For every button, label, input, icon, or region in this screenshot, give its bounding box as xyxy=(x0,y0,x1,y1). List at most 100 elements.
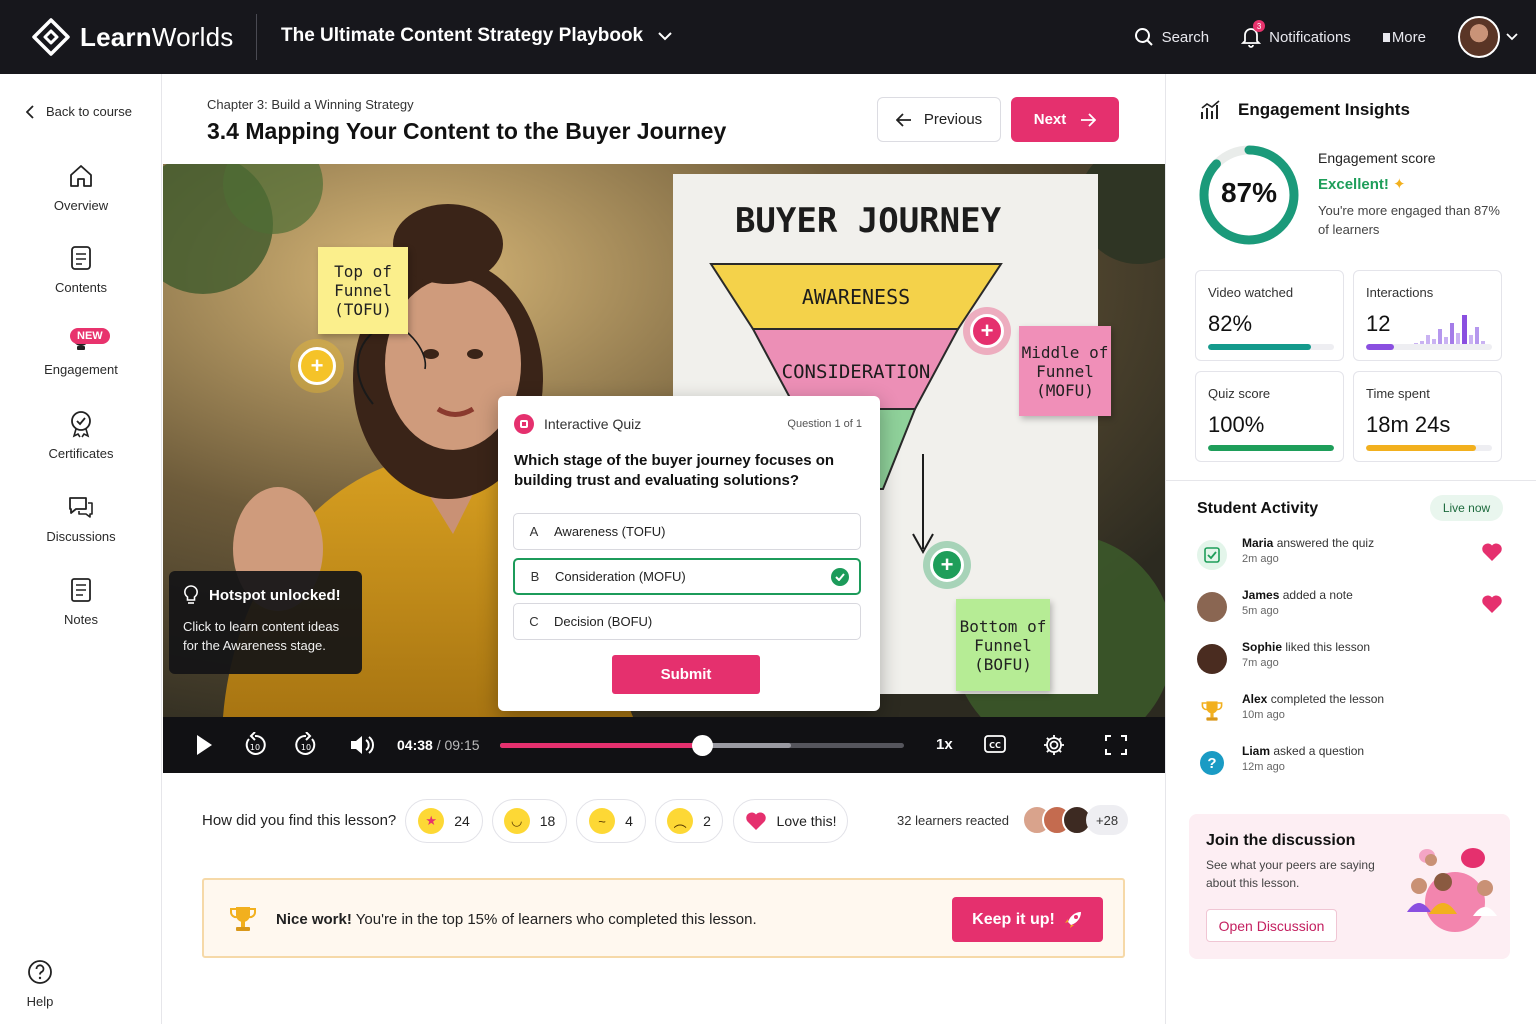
tooltip-title: Hotspot unlocked! xyxy=(209,586,341,604)
submit-button[interactable]: Submit xyxy=(612,655,760,694)
reaction-star-eyes[interactable]: ★ 24 xyxy=(405,799,483,843)
logo[interactable]: LearnWorlds xyxy=(32,18,233,56)
play-button[interactable] xyxy=(195,734,213,756)
activity-item[interactable]: Maria answered the quiz 2m ago xyxy=(1197,536,1517,576)
activity-action: completed the lesson xyxy=(1270,692,1385,706)
course-title-dropdown[interactable]: The Ultimate Content Strategy Playbook xyxy=(281,25,673,47)
insights-title: Engagement Insights xyxy=(1200,100,1410,120)
speed-button[interactable]: 1x xyxy=(936,736,953,753)
reaction-thinking[interactable]: ~ 4 xyxy=(576,799,646,843)
sidebar-item-overview[interactable]: Overview xyxy=(0,162,162,213)
stat-card-time-spent: Time spent 18m 24s xyxy=(1353,371,1502,462)
stat-value: 82% xyxy=(1208,311,1253,336)
more-button[interactable]: More xyxy=(1382,28,1426,46)
reactor-avatars[interactable]: +28 xyxy=(1022,805,1129,835)
notifications-label: Notifications xyxy=(1269,28,1351,46)
activity-name: James xyxy=(1242,588,1280,602)
heart-icon[interactable] xyxy=(1481,594,1503,614)
back-to-course-link[interactable]: Back to course xyxy=(26,104,132,119)
sidebar-item-label: Engagement xyxy=(44,362,118,377)
notifications-button[interactable]: 3 Notifications xyxy=(1241,20,1351,48)
activity-item[interactable]: Alex completed the lesson 10m ago xyxy=(1197,692,1517,732)
quiz-check-icon xyxy=(1197,540,1227,570)
forward-10-icon: 10 xyxy=(295,732,316,755)
quiz-option-c[interactable]: C Decision (BOFU) xyxy=(513,603,861,640)
option-letter: C xyxy=(529,614,539,629)
captions-button[interactable]: CC xyxy=(984,735,1006,753)
sticky-note-mofu: Middle of Funnel (MOFU) xyxy=(1019,326,1111,416)
open-discussion-button[interactable]: Open Discussion xyxy=(1206,909,1337,942)
quiz-option-b[interactable]: B Consideration (MOFU) xyxy=(513,558,861,595)
trophy-icon xyxy=(1197,696,1227,726)
progress-handle[interactable] xyxy=(692,735,713,756)
topbar-divider xyxy=(256,14,257,60)
reaction-count: 18 xyxy=(539,813,556,829)
fullscreen-button[interactable] xyxy=(1105,735,1127,755)
sidebar-item-notes[interactable]: Notes xyxy=(0,576,162,627)
sidebar: Back to course Overview Contents NEW Eng… xyxy=(0,74,162,1024)
volume-button[interactable] xyxy=(349,734,375,756)
search-label: Search xyxy=(1161,28,1210,46)
stat-bar xyxy=(1208,445,1334,451)
lightbulb-icon xyxy=(184,585,198,604)
activity-item[interactable]: James added a note 5m ago xyxy=(1197,588,1517,628)
top-actions: Search 3 Notifications More xyxy=(1102,14,1518,60)
activity-time: 2m ago xyxy=(1242,553,1279,565)
sidebar-item-certificates[interactable]: Certificates xyxy=(0,410,162,461)
home-icon xyxy=(70,165,92,187)
svg-text:10: 10 xyxy=(250,743,260,752)
more-label: More xyxy=(1391,28,1426,46)
video-player[interactable]: BUYER JOURNEY AWARENESS CONSIDERATION To… xyxy=(163,164,1165,773)
quiz-option-a[interactable]: A Awareness (TOFU) xyxy=(513,513,861,550)
activity-item[interactable]: ? Liam asked a question 12m ago xyxy=(1197,744,1517,784)
reaction-smile[interactable]: ◡ 18 xyxy=(492,799,567,843)
sticky-note-bofu: Bottom of Funnel (BOFU) xyxy=(956,599,1050,691)
progress-bar[interactable] xyxy=(500,735,904,756)
activity-action: added a note xyxy=(1282,588,1353,602)
stage-awareness: AWARENESS xyxy=(802,285,910,309)
stat-bar-fill xyxy=(1208,445,1334,451)
search-button[interactable]: Search xyxy=(1134,27,1210,47)
help-button[interactable]: Help xyxy=(0,958,80,1009)
notification-badge: 3 xyxy=(1253,20,1266,32)
option-text: Awareness (TOFU) xyxy=(554,524,666,539)
hotspot-consideration[interactable]: + xyxy=(963,307,1011,355)
star-eyes-emoji-icon: ★ xyxy=(418,808,445,834)
stat-label: Quiz score xyxy=(1208,386,1271,401)
help-label: Help xyxy=(26,994,54,1009)
activity-action: liked this lesson xyxy=(1285,640,1371,654)
keep-it-up-button[interactable]: Keep it up! xyxy=(952,897,1103,942)
sidebar-item-engagement[interactable]: NEW Engagement xyxy=(0,326,162,377)
gear-icon xyxy=(1044,735,1064,755)
plus-icon: + xyxy=(930,548,964,582)
quiz-question: Which stage of the buyer journey focuses… xyxy=(514,452,835,489)
reaction-worried[interactable]: ︵ 2 xyxy=(655,799,723,843)
svg-text:CC: CC xyxy=(989,741,1001,750)
engagement-description: You're more engaged than 87% of learners xyxy=(1318,203,1500,237)
captions-icon: CC xyxy=(984,735,1006,753)
check-icon xyxy=(831,568,849,586)
user-menu[interactable] xyxy=(1458,16,1518,58)
activity-item[interactable]: Sophie liked this lesson 7m ago xyxy=(1197,640,1517,680)
stat-label: Video watched xyxy=(1208,285,1294,300)
rewind-10-button[interactable]: 10 xyxy=(243,732,267,758)
avatar xyxy=(1458,16,1500,58)
hotspot-awareness[interactable]: + xyxy=(290,339,344,393)
forward-10-button[interactable]: 10 xyxy=(294,732,318,758)
student-activity-title: Student Activity xyxy=(1197,500,1319,517)
settings-button[interactable] xyxy=(1043,734,1065,756)
rewind-10-icon: 10 xyxy=(245,732,266,755)
logo-text: LearnWorlds xyxy=(80,21,234,52)
love-this-button[interactable]: Love this! xyxy=(733,799,848,843)
sidebar-item-label: Notes xyxy=(64,612,98,627)
heart-icon[interactable] xyxy=(1481,542,1503,562)
chapter-breadcrumb: Chapter 3: Build a Winning Strategy xyxy=(207,97,414,112)
join-description: See what your peers are saying about thi… xyxy=(1206,858,1375,890)
hotspot-decision[interactable]: + xyxy=(923,541,971,589)
keep-it-up-label: Keep it up! xyxy=(972,910,1055,928)
previous-button[interactable]: Previous xyxy=(877,97,1001,142)
sidebar-item-contents[interactable]: Contents xyxy=(0,244,162,295)
sidebar-item-discussions[interactable]: Discussions xyxy=(0,493,162,544)
chevron-down-icon xyxy=(658,32,672,41)
next-button[interactable]: Next xyxy=(1011,97,1119,142)
